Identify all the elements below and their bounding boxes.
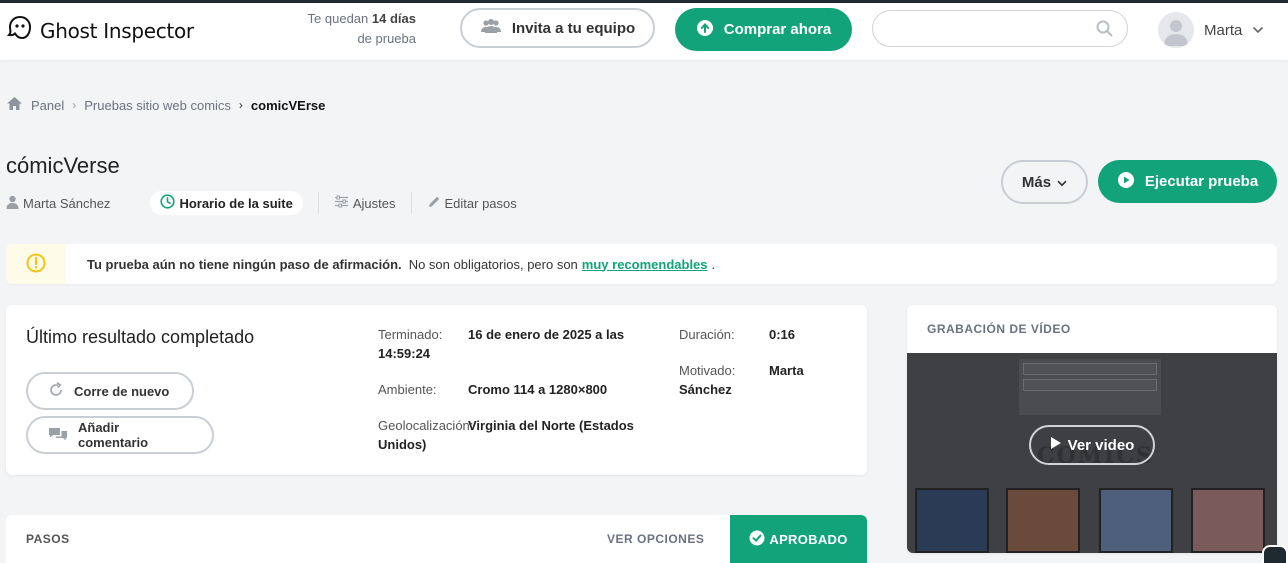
- trial-notice: Te quedan 14 días de prueba: [270, 9, 416, 49]
- video-recording-card: GRABACIÓN DE VÍDEO COMICS Ver video: [907, 305, 1277, 553]
- environment-label: Ambiente:: [378, 382, 437, 397]
- video-frame-field: [1023, 363, 1157, 375]
- video-frame-field: [1023, 379, 1157, 391]
- alert-icon-box: [6, 244, 66, 284]
- rerun-label: Corre de nuevo: [74, 383, 170, 399]
- status-label: APROBADO: [769, 531, 848, 547]
- duration-value: 0:16: [769, 327, 796, 342]
- buy-now-button[interactable]: Comprar ahora: [675, 8, 852, 51]
- avatar: [1158, 12, 1194, 48]
- chevron-down-icon: [1057, 174, 1067, 191]
- users-icon: [480, 18, 502, 38]
- steps-label: PASOS: [26, 532, 70, 546]
- alert-strong: Tu prueba aún no tiene ningún paso de af…: [87, 256, 402, 272]
- chevron-right-icon: ›: [238, 98, 243, 112]
- breadcrumb-current: comicVErse: [250, 97, 326, 113]
- clock-icon: [160, 194, 176, 212]
- ghost-icon: [6, 14, 34, 47]
- recommended-link[interactable]: muy recomendables: [582, 257, 708, 272]
- logo-text: Ghost Inspector: [40, 18, 194, 43]
- logo[interactable]: Ghost Inspector: [6, 14, 194, 47]
- top-bar: Ghost Inspector Te quedan 14 días de pru…: [0, 0, 1288, 60]
- search-input[interactable]: [872, 10, 1128, 47]
- video-preview[interactable]: COMICS Ver video: [907, 353, 1277, 553]
- trigger-label: Motivado:: [679, 363, 736, 378]
- arrow-up-circle-icon: [696, 19, 714, 41]
- page-title: cómicVerse: [6, 153, 120, 178]
- user-menu[interactable]: Marta: [1158, 12, 1264, 48]
- warning-icon: [26, 253, 46, 276]
- invite-team-label: Invita a tu equipo: [511, 19, 636, 37]
- home-icon: [6, 96, 23, 114]
- run-test-label: Ejecutar prueba: [1144, 173, 1259, 190]
- settings-link[interactable]: Ajustes: [334, 191, 396, 215]
- alert-text: No son obligatorios, pero son: [408, 256, 578, 272]
- watch-video-label: Ver video: [1067, 436, 1135, 454]
- environment-row: Ambiente: Cromo 114 a 1280×800: [378, 380, 638, 399]
- buy-now-label: Comprar ahora: [723, 21, 832, 38]
- video-frame-cover: [1006, 488, 1080, 553]
- trial-prefix: Te quedan: [307, 11, 369, 26]
- trigger-row: Motivado: Marta Sánchez: [679, 361, 819, 399]
- schedule-label: Horario de la suite: [179, 195, 293, 211]
- breadcrumb-panel[interactable]: Panel: [31, 98, 64, 113]
- check-circle-icon: [749, 530, 765, 549]
- breadcrumb: Panel › Pruebas sitio web comics › comic…: [6, 96, 325, 114]
- edit-steps-link[interactable]: Editar pasos: [427, 191, 517, 215]
- play-circle-icon: [1117, 171, 1135, 193]
- steps-card: PASOS VER OPCIONES APROBADO: [6, 515, 867, 563]
- duration-row: Duración: 0:16: [679, 325, 859, 344]
- divider: [410, 192, 412, 214]
- breadcrumb-suite[interactable]: Pruebas sitio web comics: [84, 98, 231, 113]
- edit-steps-label: Editar pasos: [444, 195, 517, 211]
- chevron-right-icon: ›: [72, 98, 77, 112]
- duration-label: Duración:: [679, 327, 735, 342]
- video-frame-cover: [1191, 488, 1265, 553]
- owner: Marta Sánchez: [6, 191, 110, 215]
- pencil-icon: [427, 195, 441, 212]
- assertion-alert: Tu prueba aún no tiene ningún paso de af…: [6, 244, 1277, 284]
- comments-icon: [48, 426, 68, 445]
- geolocation-label: Geolocalización:: [378, 418, 474, 433]
- status-badge: APROBADO: [730, 515, 867, 563]
- more-label: Más: [1021, 173, 1052, 191]
- add-comment-button[interactable]: Añadir comentario: [26, 416, 214, 454]
- run-test-button[interactable]: Ejecutar prueba: [1098, 160, 1277, 203]
- watch-video-button[interactable]: Ver video: [1029, 425, 1155, 465]
- search-icon: [1096, 20, 1113, 42]
- trial-suffix: de prueba: [357, 31, 416, 46]
- user-name: Marta: [1204, 21, 1243, 39]
- owner-name: Marta Sánchez: [23, 195, 111, 211]
- user-icon: [6, 195, 19, 212]
- video-title: GRABACIÓN DE VÍDEO: [927, 322, 1071, 336]
- invite-team-button[interactable]: Invita a tu equipo: [460, 8, 655, 48]
- divider: [317, 192, 319, 214]
- chat-widget-icon[interactable]: [1262, 545, 1288, 563]
- sliders-icon: [334, 195, 349, 211]
- chevron-down-icon: [1252, 21, 1264, 39]
- result-title: Último resultado completado: [26, 327, 255, 347]
- geolocation-row: Geolocalización:Virginia del Norte (Esta…: [378, 416, 648, 454]
- refresh-icon: [48, 381, 64, 401]
- alert-end: .: [711, 256, 716, 272]
- more-button[interactable]: Más: [1001, 160, 1088, 204]
- finished-label: Terminado:: [378, 327, 443, 342]
- video-frame-cover: [1099, 488, 1173, 553]
- schedule-button[interactable]: Horario de la suite: [150, 191, 303, 215]
- trial-days: 14 días: [371, 11, 416, 26]
- video-frame-cover: [915, 488, 989, 553]
- finished-row: Terminado: 16 de enero de 2025 a las 14:5…: [378, 325, 638, 363]
- play-icon: [1050, 436, 1062, 454]
- video-frame-form: [1019, 359, 1161, 415]
- environment-value: Cromo 114 a 1280×800: [468, 382, 608, 397]
- test-meta: Marta Sánchez Horario de la suite Ajuste…: [6, 191, 517, 215]
- view-options-button[interactable]: VER OPCIONES: [607, 532, 704, 546]
- rerun-button[interactable]: Corre de nuevo: [26, 372, 194, 410]
- last-result-card: Último resultado completado Corre de nue…: [6, 305, 867, 475]
- settings-label: Ajustes: [352, 195, 396, 211]
- add-comment-label: Añadir comentario: [78, 420, 149, 450]
